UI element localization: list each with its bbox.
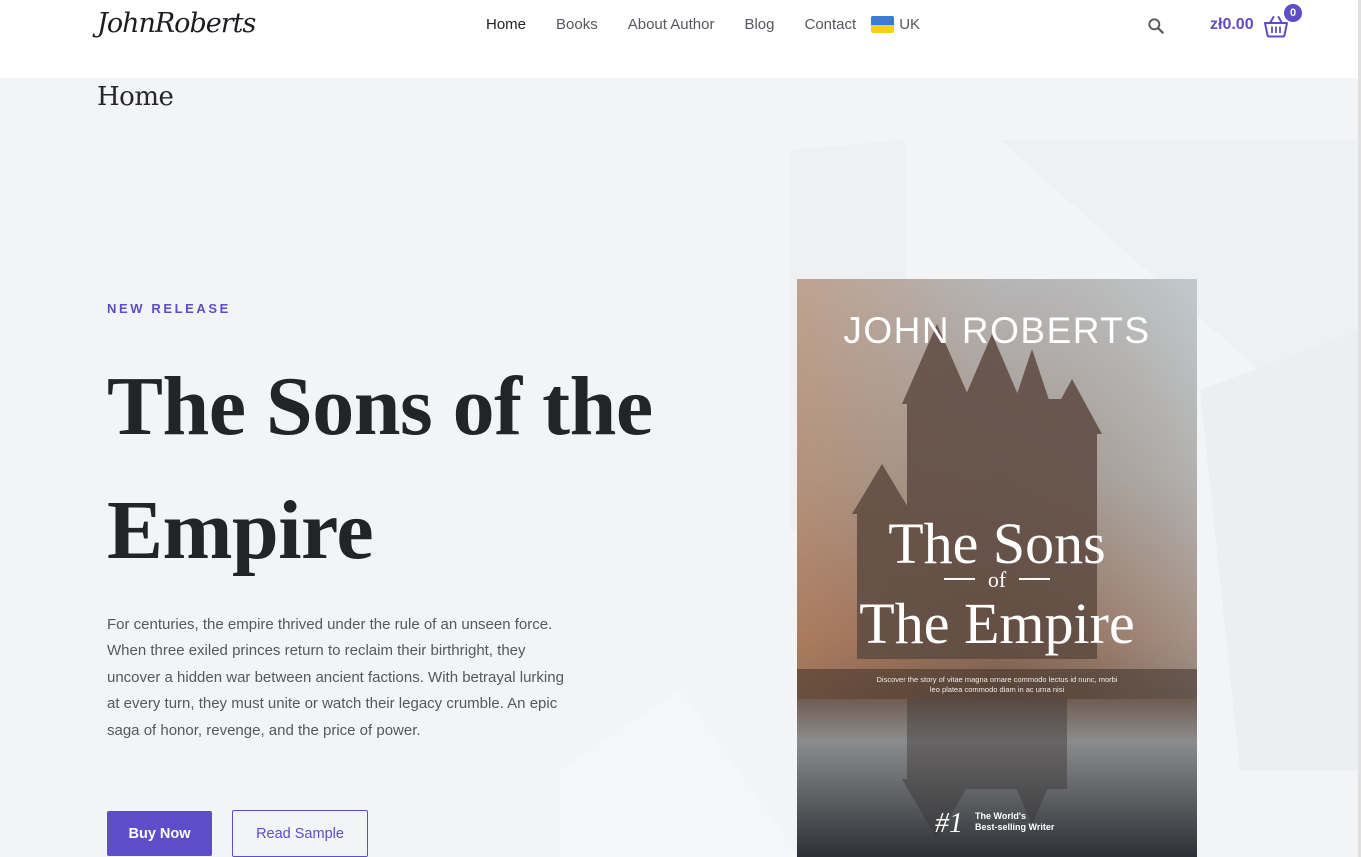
language-label: UK xyxy=(899,16,921,33)
cart-total[interactable]: zł0.00 xyxy=(1210,16,1254,34)
nav-item-home[interactable]: Home xyxy=(486,16,526,33)
buy-now-button[interactable]: Buy Now xyxy=(107,811,212,856)
book-cover-image[interactable]: JOHN ROBERTS The Sons of The Empire Disc… xyxy=(797,279,1197,857)
cart-count-badge: 0 xyxy=(1284,4,1302,22)
cover-blurb-line1: Discover the story of vitae magna ornare… xyxy=(877,675,1118,684)
nav-item-books[interactable]: Books xyxy=(556,16,598,33)
cover-title-of: of xyxy=(988,567,1007,592)
nav-item-contact[interactable]: Contact xyxy=(804,16,856,33)
cover-rank: #1 xyxy=(935,808,963,839)
page-title: Home xyxy=(97,82,174,112)
read-sample-button[interactable]: Read Sample xyxy=(232,810,368,857)
hero-title: The Sons of the Empire xyxy=(107,360,653,577)
cover-blurb-line2: leo platea commodo diam in ac urna nisi xyxy=(930,685,1065,694)
search-icon[interactable] xyxy=(1146,16,1166,36)
nav-item-about-author[interactable]: About Author xyxy=(628,16,715,33)
site-logo[interactable]: JohnRoberts xyxy=(97,8,256,39)
hero-description: For centuries, the empire thrived under … xyxy=(107,616,564,739)
language-switcher[interactable]: UK xyxy=(871,16,921,33)
main-nav: Home Books About Author Blog Contact UK xyxy=(486,16,920,33)
ukraine-flag-icon xyxy=(871,16,895,33)
site-header: JohnRoberts Home Books About Author Blog… xyxy=(0,0,1361,78)
cover-rank-line1: The World's xyxy=(975,811,1026,821)
cover-rank-line2: Best-selling Writer xyxy=(975,822,1055,832)
cover-title-line2: The Empire xyxy=(859,591,1134,656)
hero-eyebrow: NEW RELEASE xyxy=(107,301,231,316)
nav-item-blog[interactable]: Blog xyxy=(744,16,774,33)
cover-author: JOHN ROBERTS xyxy=(843,310,1150,351)
